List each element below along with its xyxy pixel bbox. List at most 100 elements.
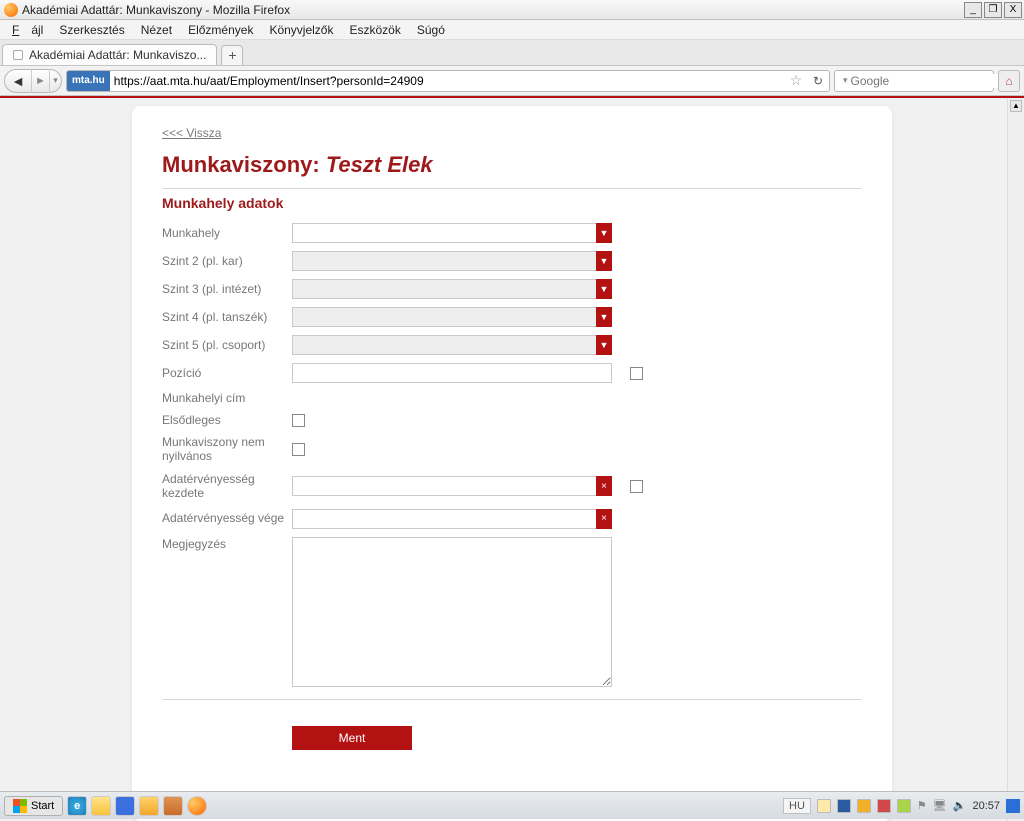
szint2-dropdown-icon[interactable]: ▼	[596, 251, 612, 271]
restore-button[interactable]: ❐	[984, 2, 1002, 18]
erv-kezdete-checkbox[interactable]	[630, 480, 643, 493]
erv-kezdete-input[interactable]	[292, 476, 612, 496]
new-tab-button[interactable]: +	[221, 45, 243, 65]
tray-app-icon[interactable]	[877, 799, 891, 813]
site-identity-badge[interactable]: mta.hu	[67, 71, 110, 91]
elsodleges-checkbox[interactable]	[292, 414, 305, 427]
tab-title: Akadémiai Adattár: Munkaviszo...	[29, 48, 206, 62]
favicon-icon	[13, 50, 23, 60]
label-szint4: Szint 4 (pl. tanszék)	[162, 310, 292, 324]
url-field[interactable]: mta.hu ☆ ↻	[66, 70, 830, 92]
pozicio-input[interactable]	[292, 363, 612, 383]
start-button[interactable]: Start	[4, 796, 63, 816]
label-pozicio: Pozíció	[162, 366, 292, 380]
label-szint3: Szint 3 (pl. intézet)	[162, 282, 292, 296]
page-title: Munkaviszony: Teszt Elek	[162, 152, 862, 178]
tray-update-icon[interactable]	[857, 799, 871, 813]
language-indicator[interactable]: HU	[783, 798, 811, 814]
url-input[interactable]	[110, 74, 785, 88]
quicklaunch-ie-icon[interactable]	[67, 796, 87, 816]
window-title: Akadémiai Adattár: Munkaviszony - Mozill…	[22, 3, 290, 17]
label-munkahelyi-cim: Munkahelyi cím	[162, 391, 292, 405]
munkahely-dropdown-icon[interactable]: ▼	[596, 223, 612, 243]
tray-shield-icon[interactable]	[897, 799, 911, 813]
menubar: Fájl Szerkesztés Nézet Előzmények Könyvj…	[0, 20, 1024, 40]
clock[interactable]: 20:57	[972, 800, 1000, 812]
szint5-dropdown-icon[interactable]: ▼	[596, 335, 612, 355]
tabbar: Akadémiai Adattár: Munkaviszo... +	[0, 40, 1024, 66]
page-title-prefix: Munkaviszony:	[162, 152, 326, 177]
szint2-input[interactable]	[292, 251, 612, 271]
search-input[interactable]	[851, 74, 1006, 88]
label-munkahely: Munkahely	[162, 226, 292, 240]
erv-vege-field[interactable]: ×	[292, 509, 612, 529]
window-controls: _ ❐ X	[964, 2, 1022, 18]
szint3-combo[interactable]: ▼	[292, 279, 612, 299]
munkahely-combo[interactable]: ▼	[292, 223, 612, 243]
nav-arrows: ◄ ► ▾	[4, 69, 62, 93]
label-erv-vege: Adatérvényesség vége	[162, 511, 292, 525]
menu-elozmenyek[interactable]: Előzmények	[182, 21, 259, 39]
form-divider	[162, 699, 862, 700]
reload-button[interactable]: ↻	[807, 74, 829, 88]
menu-sugo[interactable]: Súgó	[411, 21, 451, 39]
menu-szerkesztes[interactable]: Szerkesztés	[53, 21, 130, 39]
close-window-button[interactable]: X	[1004, 2, 1022, 18]
label-nem-nyilvanos: Munkaviszony nem nyilvános	[162, 435, 292, 464]
szint5-combo[interactable]: ▼	[292, 335, 612, 355]
erv-kezdete-field[interactable]: ×	[292, 476, 612, 496]
tray-mail-icon[interactable]	[817, 799, 831, 813]
nem-nyilvanos-checkbox[interactable]	[292, 443, 305, 456]
title-divider	[162, 188, 862, 189]
szint4-input[interactable]	[292, 307, 612, 327]
back-link[interactable]: <<< Vissza	[162, 126, 221, 140]
pozicio-checkbox[interactable]	[630, 367, 643, 380]
taskbar: Start HU ⚑ 🖥 🔈 20:57	[0, 791, 1024, 819]
save-button[interactable]: Ment	[292, 726, 412, 750]
search-engine-dropdown-icon[interactable]: ▾	[843, 75, 848, 86]
start-label: Start	[31, 800, 54, 812]
search-field[interactable]: ▾ 🔍	[834, 70, 994, 92]
szint4-dropdown-icon[interactable]: ▼	[596, 307, 612, 327]
content-card: <<< Vissza Munkaviszony: Teszt Elek Munk…	[132, 106, 892, 821]
label-elsodleges: Elsődleges	[162, 413, 292, 427]
tray-volume-icon[interactable]: 🔈	[953, 799, 967, 812]
erv-vege-input[interactable]	[292, 509, 612, 529]
page-title-name: Teszt Elek	[326, 152, 433, 177]
menu-konyvjelzok[interactable]: Könyvjelzők	[263, 21, 339, 39]
show-desktop-button[interactable]	[1006, 799, 1020, 813]
quicklaunch-outlook-icon[interactable]	[139, 796, 159, 816]
tray-security-icon[interactable]	[837, 799, 851, 813]
tray-flag-icon[interactable]: ⚑	[917, 799, 927, 812]
titlebar: Akadémiai Adattár: Munkaviszony - Mozill…	[0, 0, 1024, 20]
home-button[interactable]: ⌂	[998, 70, 1020, 92]
label-megjegyzes: Megjegyzés	[162, 537, 292, 551]
forward-button[interactable]: ►	[31, 69, 49, 93]
erv-kezdete-clear-icon[interactable]: ×	[596, 476, 612, 496]
quicklaunch-powerpoint-icon[interactable]	[163, 796, 183, 816]
megjegyzes-textarea[interactable]	[292, 537, 612, 687]
menu-eszkozok[interactable]: Eszközök	[343, 21, 406, 39]
quicklaunch-explorer-icon[interactable]	[91, 796, 111, 816]
szint2-combo[interactable]: ▼	[292, 251, 612, 271]
menu-fajl[interactable]: Fájl	[6, 21, 49, 39]
minimize-button[interactable]: _	[964, 2, 982, 18]
label-erv-kezdete: Adatérvényesség kezdete	[162, 472, 292, 501]
munkahely-input[interactable]	[292, 223, 612, 243]
erv-vege-clear-icon[interactable]: ×	[596, 509, 612, 529]
bookmark-star-icon[interactable]: ☆	[785, 72, 807, 89]
tab-active[interactable]: Akadémiai Adattár: Munkaviszo...	[2, 44, 217, 65]
szint3-input[interactable]	[292, 279, 612, 299]
history-dropdown-button[interactable]: ▾	[49, 69, 61, 93]
label-szint2: Szint 2 (pl. kar)	[162, 254, 292, 268]
scrollbar-up-button[interactable]: ▲	[1010, 100, 1022, 112]
szint5-input[interactable]	[292, 335, 612, 355]
tray-network-icon[interactable]: 🖥	[933, 799, 947, 812]
szint4-combo[interactable]: ▼	[292, 307, 612, 327]
quicklaunch-media-icon[interactable]	[115, 796, 135, 816]
menu-nezet[interactable]: Nézet	[135, 21, 178, 39]
szint3-dropdown-icon[interactable]: ▼	[596, 279, 612, 299]
windows-icon	[13, 799, 27, 813]
back-button[interactable]: ◄	[5, 69, 31, 93]
quicklaunch-firefox-icon[interactable]	[187, 796, 207, 816]
